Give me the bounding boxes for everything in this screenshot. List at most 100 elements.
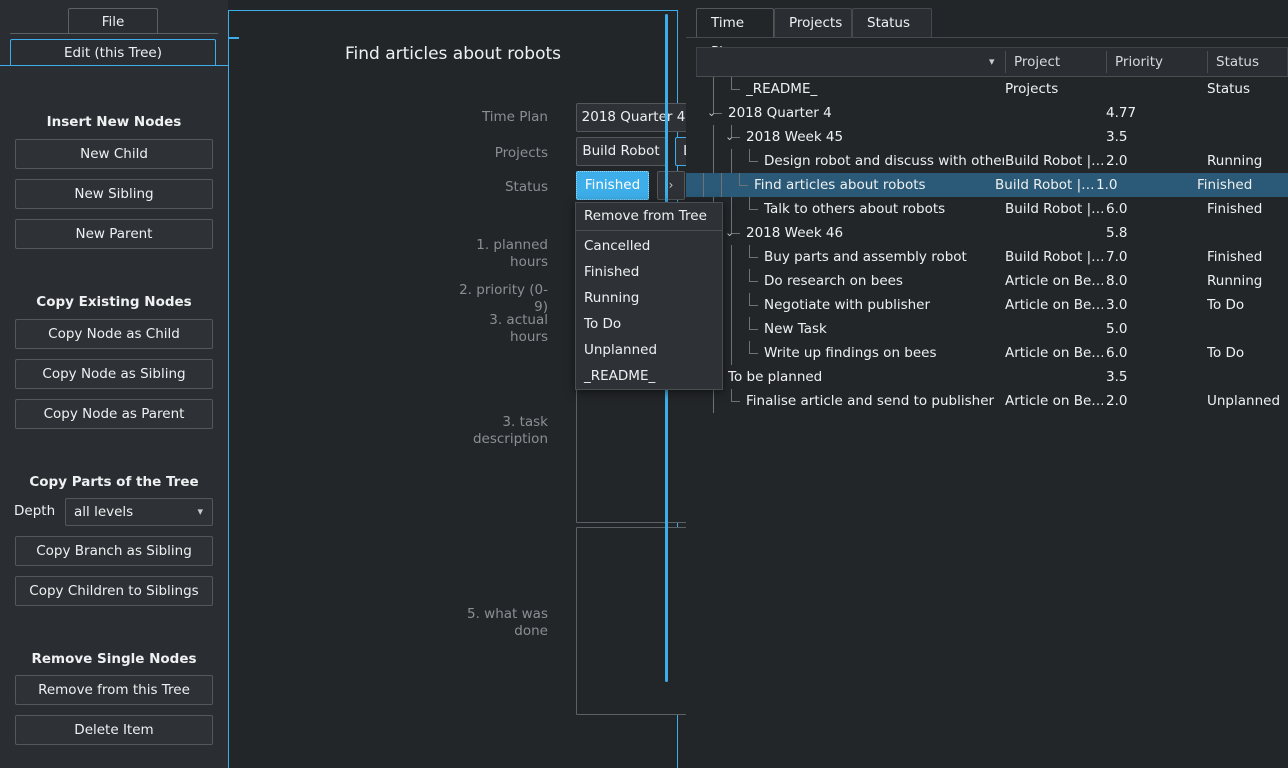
depth-select[interactable]: all levels ▾ (65, 498, 213, 526)
table-row[interactable]: ⌄ 2018 Quarter 4 4.77 (696, 101, 1288, 125)
tab-file-label: File (101, 14, 125, 30)
tab-row1-underline (10, 33, 218, 34)
copy-branch-as-sibling-button[interactable]: Copy Branch as Sibling (15, 536, 213, 566)
cell-name: 2018 Quarter 4 (728, 105, 832, 121)
tree-branch-elbow (731, 77, 732, 89)
page-title: Find articles about robots (344, 44, 561, 64)
cell-priority: 3.5 (1106, 129, 1128, 145)
cell-project: Projects (1005, 81, 1059, 97)
cell-priority: 6.0 (1106, 201, 1128, 217)
menu-item-finished[interactable]: Finished (576, 259, 722, 285)
chip-project-build-robot[interactable]: Build Robot (576, 137, 666, 166)
depth-select-value: all levels (74, 504, 134, 520)
column-header-status[interactable]: Status (1208, 48, 1288, 76)
cell-project: Build Robot |… (1005, 201, 1103, 217)
tree-branch-line (713, 389, 714, 413)
cell-project (1005, 125, 1103, 149)
chevron-down-icon[interactable]: ⌄ (725, 125, 734, 149)
remove-from-this-tree-button[interactable]: Remove from this Tree (15, 675, 213, 705)
tab-projects[interactable]: Projects (774, 8, 852, 38)
tab-status[interactable]: Status (852, 8, 932, 38)
copy-node-as-parent-button[interactable]: Copy Node as Parent (15, 399, 213, 429)
tree-branch-elbow (739, 173, 740, 185)
tab-status-label: Status (867, 15, 911, 31)
cell-name: _README_ (746, 81, 818, 97)
table-row[interactable]: Negotiate with publisher Article on Be… 3.… (696, 293, 1288, 317)
cell-name: Buy parts and assembly robot (764, 249, 967, 265)
cell-status: To Do (1207, 345, 1245, 361)
cell-project (1005, 365, 1103, 389)
table-row[interactable]: Finalise article and send to publisher Ar… (696, 389, 1288, 413)
table-row[interactable]: _README_ Projects Status (696, 77, 1288, 101)
chip-status-finished[interactable]: Finished (576, 171, 649, 200)
cell-project: Build Robot |… (1005, 249, 1103, 265)
tree-branch-line (731, 197, 732, 221)
menu-item-running[interactable]: Running (576, 285, 722, 311)
tree-view-panel: Time Plan Projects Status ▾ Project Prio… (686, 0, 1288, 768)
cell-name: Design robot and discuss with others (764, 153, 1004, 169)
status-more-button[interactable]: › (657, 171, 685, 200)
chevron-down-icon[interactable]: ⌄ (725, 221, 734, 245)
cell-status: Finished (1197, 177, 1253, 193)
tree-branch-elbow (731, 89, 740, 90)
tree-branch-line (713, 77, 714, 101)
menu-item-cancelled[interactable]: Cancelled (576, 233, 722, 259)
tree-branch-line (731, 317, 732, 341)
cell-status: Running (1207, 153, 1263, 169)
table-row[interactable]: Design robot and discuss with others Buil… (696, 149, 1288, 173)
chevron-down-icon: ▾ (197, 505, 203, 518)
column-header-name[interactable] (697, 48, 1005, 76)
tab-edit-this-tree[interactable]: Edit (this Tree) (10, 39, 216, 66)
cell-project: Article on Be… (1005, 393, 1103, 409)
tab-edit-this-tree-label: Edit (this Tree) (63, 45, 163, 61)
new-sibling-button[interactable]: New Sibling (15, 179, 213, 209)
copy-node-as-sibling-button[interactable]: Copy Node as Sibling (15, 359, 213, 389)
tab-file[interactable]: File (68, 8, 158, 34)
table-row[interactable]: New Task 5.0 (696, 317, 1288, 341)
tree-branch-line (713, 125, 714, 149)
table-row[interactable]: Find articles about robots Build Robot |…… (686, 173, 1288, 197)
sort-chevron-down-icon[interactable]: ▾ (989, 48, 995, 76)
menu-item-to-do[interactable]: To Do (576, 311, 722, 337)
menu-item-readme[interactable]: _README_ (576, 363, 722, 389)
tree-branch-elbow (749, 209, 758, 210)
table-row[interactable]: ⌄ 2018 Week 46 5.8 (696, 221, 1288, 245)
menu-item-unplanned[interactable]: Unplanned (576, 337, 722, 363)
application-window: File Edit (this Tree) Insert New Nodes N… (0, 0, 1288, 768)
cell-project: Build Robot |… (1005, 153, 1103, 169)
cell-project: Article on Be… (1005, 273, 1103, 289)
cell-name: Write up findings on bees (764, 345, 937, 361)
tree-branch-elbow (749, 293, 750, 305)
new-parent-button[interactable]: New Parent (15, 219, 213, 249)
table-row[interactable]: Buy parts and assembly robot Build Robot … (696, 245, 1288, 269)
cell-name: Do research on bees (764, 273, 903, 289)
left-toolbox-panel: File Edit (this Tree) Insert New Nodes N… (0, 0, 228, 768)
column-header-project[interactable]: Project (1006, 48, 1106, 76)
cell-priority: 3.0 (1106, 297, 1128, 313)
tree-tabbar-underline (686, 37, 1288, 38)
cell-priority: 8.0 (1106, 273, 1128, 289)
tree-branch-line (731, 149, 732, 173)
tab-time-plan[interactable]: Time Plan (696, 8, 774, 60)
field-label-status: Status (504, 179, 548, 195)
cell-name: To be planned (728, 369, 823, 385)
tree-branch-elbow (749, 329, 758, 330)
chip-time-plan-quarter[interactable]: 2018 Quarter 4 (576, 103, 691, 132)
new-child-button[interactable]: New Child (15, 139, 213, 169)
field-label-what-was-done: 5. what was done (467, 606, 548, 639)
copy-node-as-child-button[interactable]: Copy Node as Child (15, 319, 213, 349)
column-header-priority[interactable]: Priority (1107, 48, 1207, 76)
table-row[interactable]: ⌄ 2018 Week 45 3.5 (696, 125, 1288, 149)
table-row[interactable]: Talk to others about robots Build Robot |… (696, 197, 1288, 221)
cell-priority: 4.77 (1106, 105, 1137, 121)
cell-project (1005, 317, 1103, 341)
tree-branch-elbow (749, 245, 750, 257)
copy-children-to-siblings-button[interactable]: Copy Children to Siblings (15, 576, 213, 606)
table-row[interactable]: Write up findings on bees Article on Be… 6… (696, 341, 1288, 365)
cell-priority: 7.0 (1106, 249, 1128, 265)
table-row[interactable]: ⌄To be planned3.5 (696, 365, 1288, 389)
delete-item-button[interactable]: Delete Item (15, 715, 213, 745)
table-row[interactable]: Do research on bees Article on Be… 8.0 Runn… (696, 269, 1288, 293)
menu-item-remove-from-tree[interactable]: Remove from Tree (576, 203, 722, 229)
chevron-down-icon[interactable]: ⌄ (707, 101, 716, 125)
